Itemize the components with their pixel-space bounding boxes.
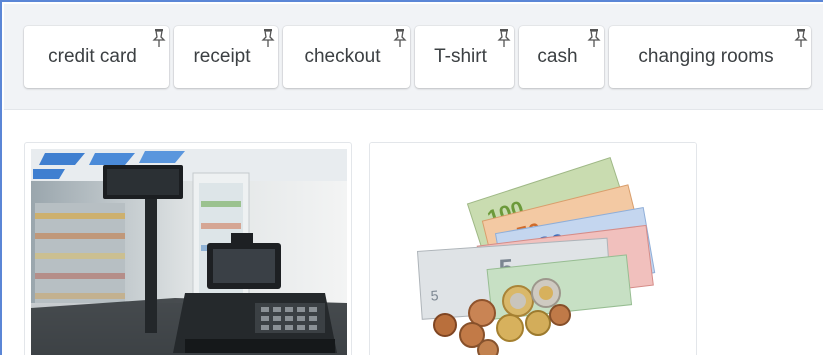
- pin-icon: [793, 28, 809, 48]
- chip-label: credit card: [48, 46, 137, 67]
- chip-changing-rooms[interactable]: changing rooms: [609, 26, 811, 88]
- pin-icon: [586, 28, 602, 48]
- euro-cash-image: 100 50 20 10 5 5: [370, 143, 696, 355]
- pin-icon: [151, 28, 167, 48]
- chip-cash[interactable]: cash: [519, 26, 604, 88]
- chip-label: cash: [537, 46, 578, 67]
- pin-icon: [496, 28, 512, 48]
- chip-label: T-shirt: [434, 46, 487, 67]
- exercise-frame: credit card receipt checkout T-shirt cas: [0, 0, 823, 355]
- word-bank: credit card receipt checkout T-shirt cas: [4, 4, 823, 110]
- chip-label: changing rooms: [638, 46, 774, 67]
- chip-label: receipt: [193, 46, 251, 67]
- chip-label: checkout: [304, 46, 381, 67]
- image-drop-card-1[interactable]: [24, 142, 352, 355]
- svg-text:5: 5: [430, 287, 439, 304]
- checkout-counter-image: [31, 149, 347, 355]
- chip-receipt[interactable]: receipt: [174, 26, 278, 88]
- chip-checkout[interactable]: checkout: [283, 26, 410, 88]
- pin-icon: [260, 28, 276, 48]
- pin-icon: [392, 28, 408, 48]
- image-drop-card-2[interactable]: 100 50 20 10 5 5: [369, 142, 697, 355]
- chip-credit-card[interactable]: credit card: [24, 26, 169, 88]
- chip-t-shirt[interactable]: T-shirt: [415, 26, 514, 88]
